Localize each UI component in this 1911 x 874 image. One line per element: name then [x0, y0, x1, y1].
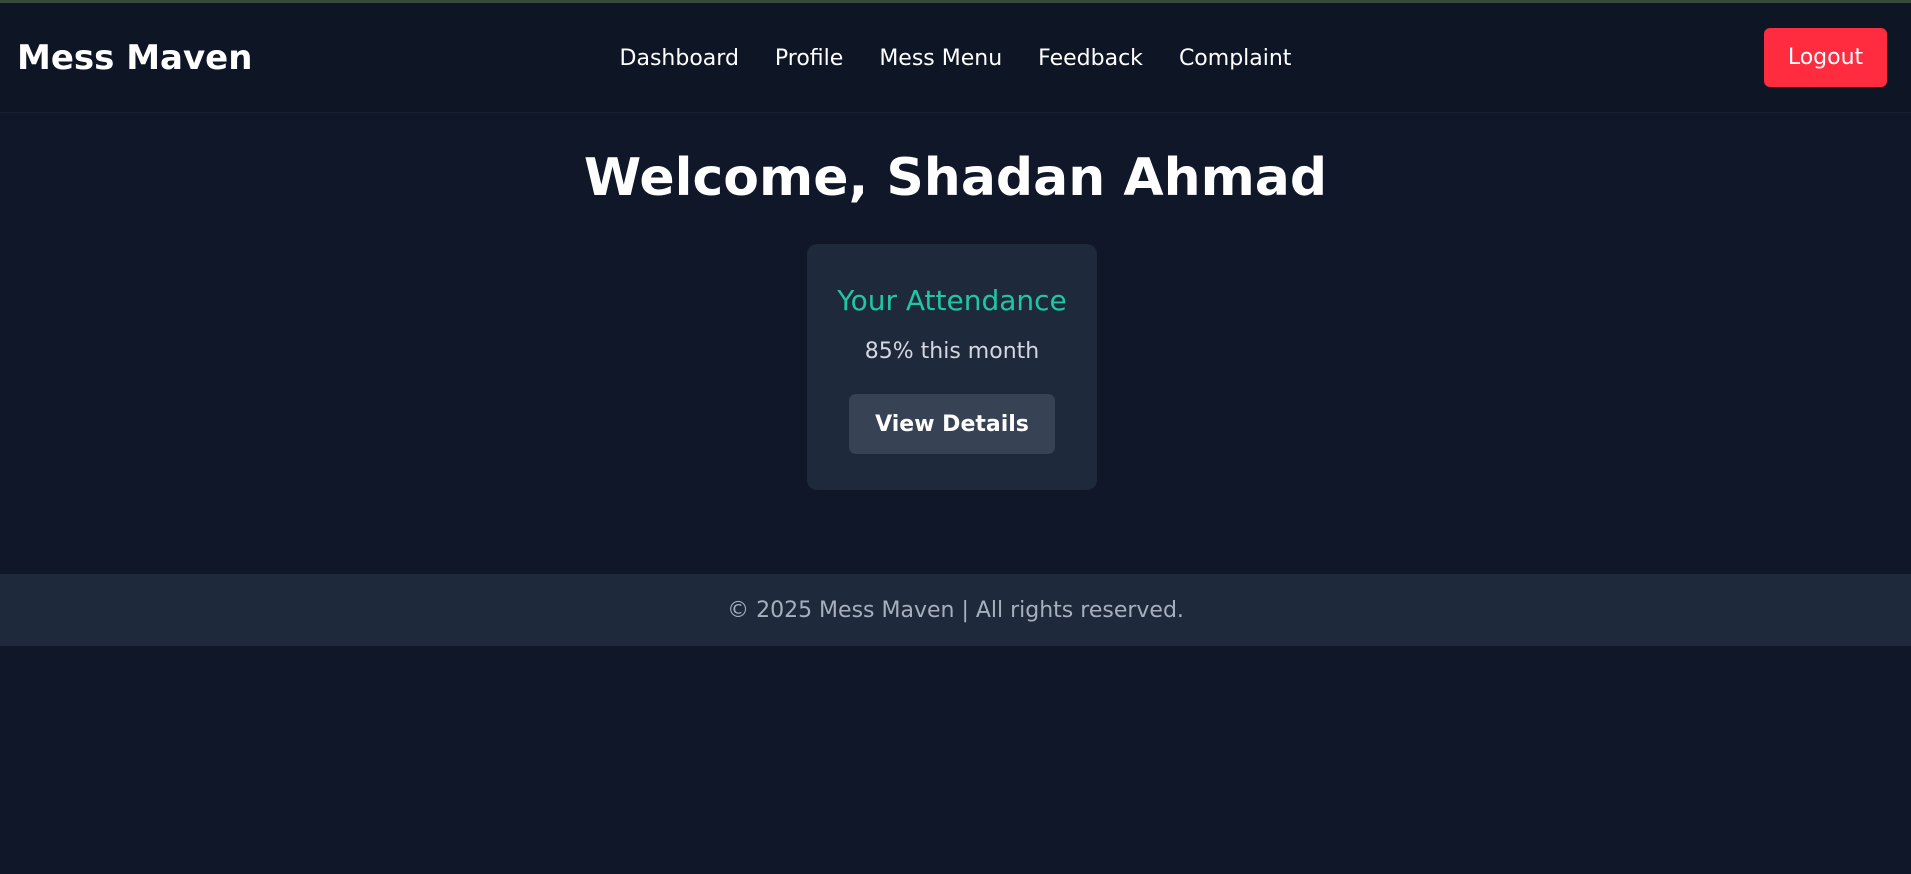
- navbar: Mess Maven Dashboard Profile Mess Menu F…: [0, 3, 1911, 113]
- nav-link-mess-menu[interactable]: Mess Menu: [879, 46, 1002, 71]
- nav-link-complaint[interactable]: Complaint: [1179, 46, 1292, 71]
- nav-link-dashboard[interactable]: Dashboard: [620, 46, 739, 71]
- main-content: Welcome, Shadan Ahmad Your Attendance 85…: [0, 114, 1911, 574]
- attendance-card: Your Attendance 85% this month View Deta…: [807, 244, 1097, 490]
- nav-links: Dashboard Profile Mess Menu Feedback Com…: [0, 3, 1911, 113]
- brand-logo[interactable]: Mess Maven: [17, 38, 252, 78]
- view-details-button[interactable]: View Details: [849, 394, 1055, 454]
- attendance-card-title: Your Attendance: [837, 284, 1067, 317]
- footer-copyright: © 2025 Mess Maven | All rights reserved.: [727, 597, 1184, 623]
- logout-button[interactable]: Logout: [1764, 28, 1887, 87]
- nav-link-feedback[interactable]: Feedback: [1038, 46, 1143, 71]
- footer: © 2025 Mess Maven | All rights reserved.: [0, 574, 1911, 646]
- nav-link-profile[interactable]: Profile: [775, 46, 843, 71]
- welcome-heading: Welcome, Shadan Ahmad: [583, 148, 1328, 208]
- attendance-summary: 85% this month: [864, 339, 1040, 364]
